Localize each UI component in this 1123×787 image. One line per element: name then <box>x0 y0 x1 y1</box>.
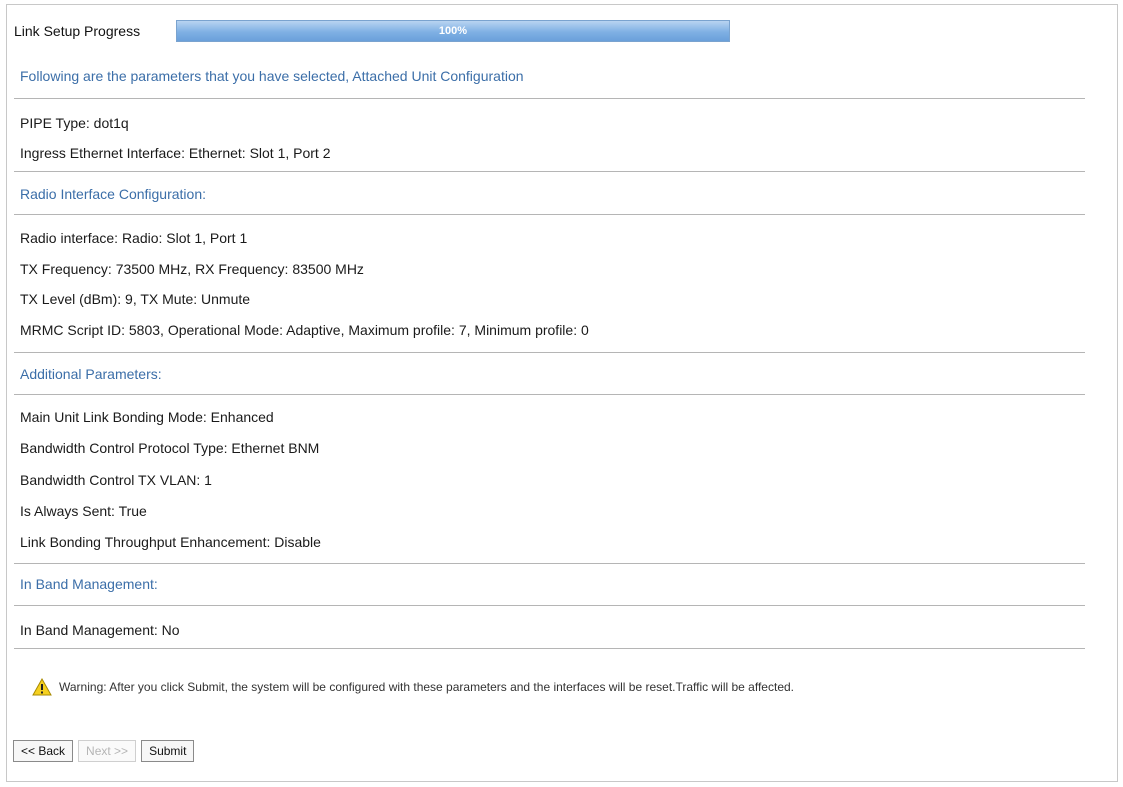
wizard-frame <box>6 4 1118 782</box>
next-button[interactable]: Next >> <box>78 740 137 762</box>
param-frequency: TX Frequency: 73500 MHz, RX Frequency: 8… <box>20 261 364 277</box>
intro-heading: Following are the parameters that you ha… <box>20 68 524 84</box>
section-radio-heading: Radio Interface Configuration: <box>20 186 206 202</box>
warning-message: Warning: After you click Submit, the sys… <box>32 678 794 696</box>
divider <box>14 352 1085 353</box>
divider <box>14 563 1085 564</box>
progress-bar: 100% <box>176 20 730 42</box>
warning-text: Warning: After you click Submit, the sys… <box>59 680 794 694</box>
warning-icon <box>32 678 52 696</box>
param-bw-protocol: Bandwidth Control Protocol Type: Etherne… <box>20 440 320 456</box>
progress-row: Link Setup Progress 100% <box>14 20 730 42</box>
divider <box>14 605 1085 606</box>
param-inband-management: In Band Management: No <box>20 622 180 638</box>
param-bw-vlan: Bandwidth Control TX VLAN: 1 <box>20 472 212 488</box>
progress-label: Link Setup Progress <box>14 23 141 39</box>
param-always-sent: Is Always Sent: True <box>20 503 147 519</box>
param-radio-interface: Radio interface: Radio: Slot 1, Port 1 <box>20 230 248 246</box>
section-additional-heading: Additional Parameters: <box>20 366 162 382</box>
wizard-buttons: << Back Next >> Submit <box>13 740 195 762</box>
param-throughput-enhancement: Link Bonding Throughput Enhancement: Dis… <box>20 534 321 550</box>
param-ingress-interface: Ingress Ethernet Interface: Ethernet: Sl… <box>20 145 331 161</box>
section-inband-heading: In Band Management: <box>20 576 158 592</box>
progress-percent: 100% <box>438 25 468 37</box>
divider <box>14 98 1085 99</box>
divider <box>14 214 1085 215</box>
divider <box>14 394 1085 395</box>
param-mrmc-script: MRMC Script ID: 5803, Operational Mode: … <box>20 322 589 338</box>
divider <box>14 648 1085 649</box>
param-tx-level: TX Level (dBm): 9, TX Mute: Unmute <box>20 291 251 307</box>
param-bonding-mode: Main Unit Link Bonding Mode: Enhanced <box>20 409 274 425</box>
divider <box>14 171 1085 172</box>
back-button[interactable]: << Back <box>13 740 74 762</box>
param-pipe-type: PIPE Type: dot1q <box>20 115 129 131</box>
submit-button[interactable]: Submit <box>141 740 195 762</box>
